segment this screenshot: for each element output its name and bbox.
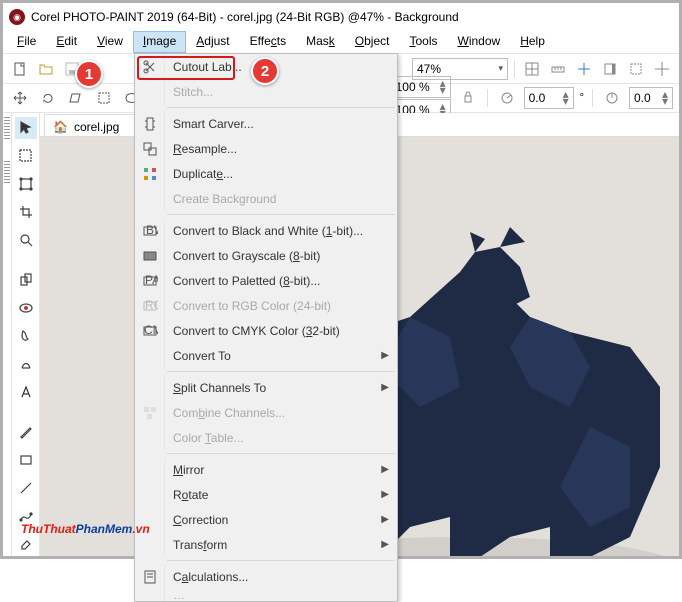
menu-file[interactable]: File	[7, 31, 46, 53]
liquid-tool[interactable]	[15, 325, 37, 347]
menu-cut-bottom: …	[135, 589, 397, 601]
separator	[487, 89, 488, 107]
rotate-angle-icon[interactable]	[496, 87, 518, 109]
reset-rotation-icon[interactable]	[601, 87, 623, 109]
mask-rect-tool[interactable]	[15, 145, 37, 167]
pick-tool[interactable]	[15, 117, 37, 139]
menu-convert-rgb: RGB Convert to RGB Color (24-bit)	[135, 293, 397, 318]
toolbox	[12, 113, 40, 556]
rail-dots	[4, 161, 10, 185]
dashed-rect-icon[interactable]	[625, 58, 647, 80]
rotate-icon[interactable]	[37, 87, 59, 109]
grid-icon[interactable]	[521, 58, 543, 80]
tab-label: corel.jpg	[74, 120, 119, 134]
menu-mirror[interactable]: Mirror▶	[135, 457, 397, 482]
menu-correction[interactable]: Correction▶	[135, 507, 397, 532]
menu-mask[interactable]: Mask	[296, 31, 345, 53]
open-folder-button[interactable]	[35, 58, 57, 80]
text-tool[interactable]	[15, 381, 37, 403]
menu-resample[interactable]: Resample...	[135, 136, 397, 161]
menu-create-background: Create Background	[135, 186, 397, 211]
mask-transform-tool[interactable]	[15, 173, 37, 195]
annotation-callout-2: 2	[251, 57, 279, 85]
image-menu-dropdown: Cutout Lab... Stitch... Smart Carver... …	[134, 53, 398, 602]
zoom-value: 47%	[417, 62, 441, 76]
rectangle-tool[interactable]	[15, 449, 37, 471]
menubar: File Edit View Image Adjust Effects Mask…	[3, 31, 679, 53]
menu-view[interactable]: View	[87, 31, 133, 53]
menu-convert-cmyk[interactable]: CMYK Convert to CMYK Color (32-bit)	[135, 318, 397, 343]
menu-edit[interactable]: Edit	[46, 31, 87, 53]
separator	[514, 60, 515, 78]
menu-convert-pal[interactable]: PAL Convert to Paletted (8-bit)...	[135, 268, 397, 293]
brush-tool[interactable]	[15, 421, 37, 443]
menu-help[interactable]: Help	[510, 31, 555, 53]
menu-effects[interactable]: Effects	[240, 31, 296, 53]
guides-icon[interactable]	[573, 58, 595, 80]
redeye-tool[interactable]	[15, 297, 37, 319]
menu-convert-to[interactable]: Convert To▶	[135, 343, 397, 368]
document-tab[interactable]: 🏠 corel.jpg	[44, 114, 136, 136]
scale-x-input[interactable]: 100 %▴▾	[391, 76, 451, 98]
move-tool-icon[interactable]	[9, 87, 31, 109]
menu-label: Cutout Lab...	[173, 60, 242, 74]
angle2-input[interactable]: 0.0▴▾	[629, 87, 673, 109]
annotation-callout-1: 1	[75, 60, 103, 88]
clone-tool[interactable]	[15, 269, 37, 291]
crosshair-icon[interactable]	[651, 58, 673, 80]
app-icon: ◉	[9, 9, 25, 25]
menu-transform[interactable]: Transform▶	[135, 532, 397, 557]
angle-input[interactable]: 0.0▴▾	[524, 87, 574, 109]
angle-unit: °	[580, 92, 584, 104]
ruler-icon[interactable]	[547, 58, 569, 80]
chevron-down-icon: ▾	[498, 63, 503, 74]
menu-adjust[interactable]: Adjust	[186, 31, 239, 53]
line-tool[interactable]	[15, 477, 37, 499]
left-rail	[3, 113, 12, 556]
effect-tool[interactable]	[15, 353, 37, 375]
submenu-arrow-icon: ▶	[381, 350, 389, 361]
lock-ratio-icon[interactable]	[457, 87, 479, 109]
crop-tool[interactable]	[15, 201, 37, 223]
menu-split-channels[interactable]: Split Channels To▶	[135, 375, 397, 400]
svg-text:PAL: PAL	[145, 273, 158, 287]
menu-smart-carver[interactable]: Smart Carver...	[135, 111, 397, 136]
separator	[592, 89, 593, 107]
menu-object[interactable]: Object	[345, 31, 400, 53]
watermark-part: ThuThuat	[21, 522, 76, 536]
zoom-tool[interactable]	[15, 229, 37, 251]
menu-calculations[interactable]: Calculations...	[135, 564, 397, 589]
menu-convert-gray[interactable]: Convert to Grayscale (8-bit)	[135, 243, 397, 268]
window-title: Corel PHOTO-PAINT 2019 (64-Bit) - corel.…	[31, 10, 459, 24]
watermark-part: .vn	[132, 522, 149, 536]
svg-text:CMYK: CMYK	[144, 323, 158, 337]
new-doc-button[interactable]	[9, 58, 31, 80]
skew-icon[interactable]	[65, 87, 87, 109]
menu-tools[interactable]: Tools	[399, 31, 447, 53]
menu-color-table: Color Table...	[135, 425, 397, 450]
menu-combine-channels: Combine Channels...	[135, 400, 397, 425]
watermark: ThuThuatPhanMem.vn	[21, 509, 150, 540]
menu-rotate[interactable]: Rotate▶	[135, 482, 397, 507]
watermark-part: PhanMem	[76, 522, 133, 536]
titlebar: ◉ Corel PHOTO-PAINT 2019 (64-Bit) - core…	[3, 3, 679, 31]
menu-duplicate[interactable]: Duplicate...	[135, 161, 397, 186]
svg-text:BW: BW	[146, 223, 158, 237]
svg-text:RGB: RGB	[145, 298, 158, 312]
panel-icon[interactable]	[599, 58, 621, 80]
menu-window[interactable]: Window	[448, 31, 511, 53]
menu-convert-bw[interactable]: BW Convert to Black and White (1-bit)...	[135, 218, 397, 243]
home-icon: 🏠	[53, 120, 68, 134]
perspective-icon[interactable]	[93, 87, 115, 109]
menu-image[interactable]: Image	[133, 31, 186, 53]
rail-dots	[4, 117, 10, 141]
